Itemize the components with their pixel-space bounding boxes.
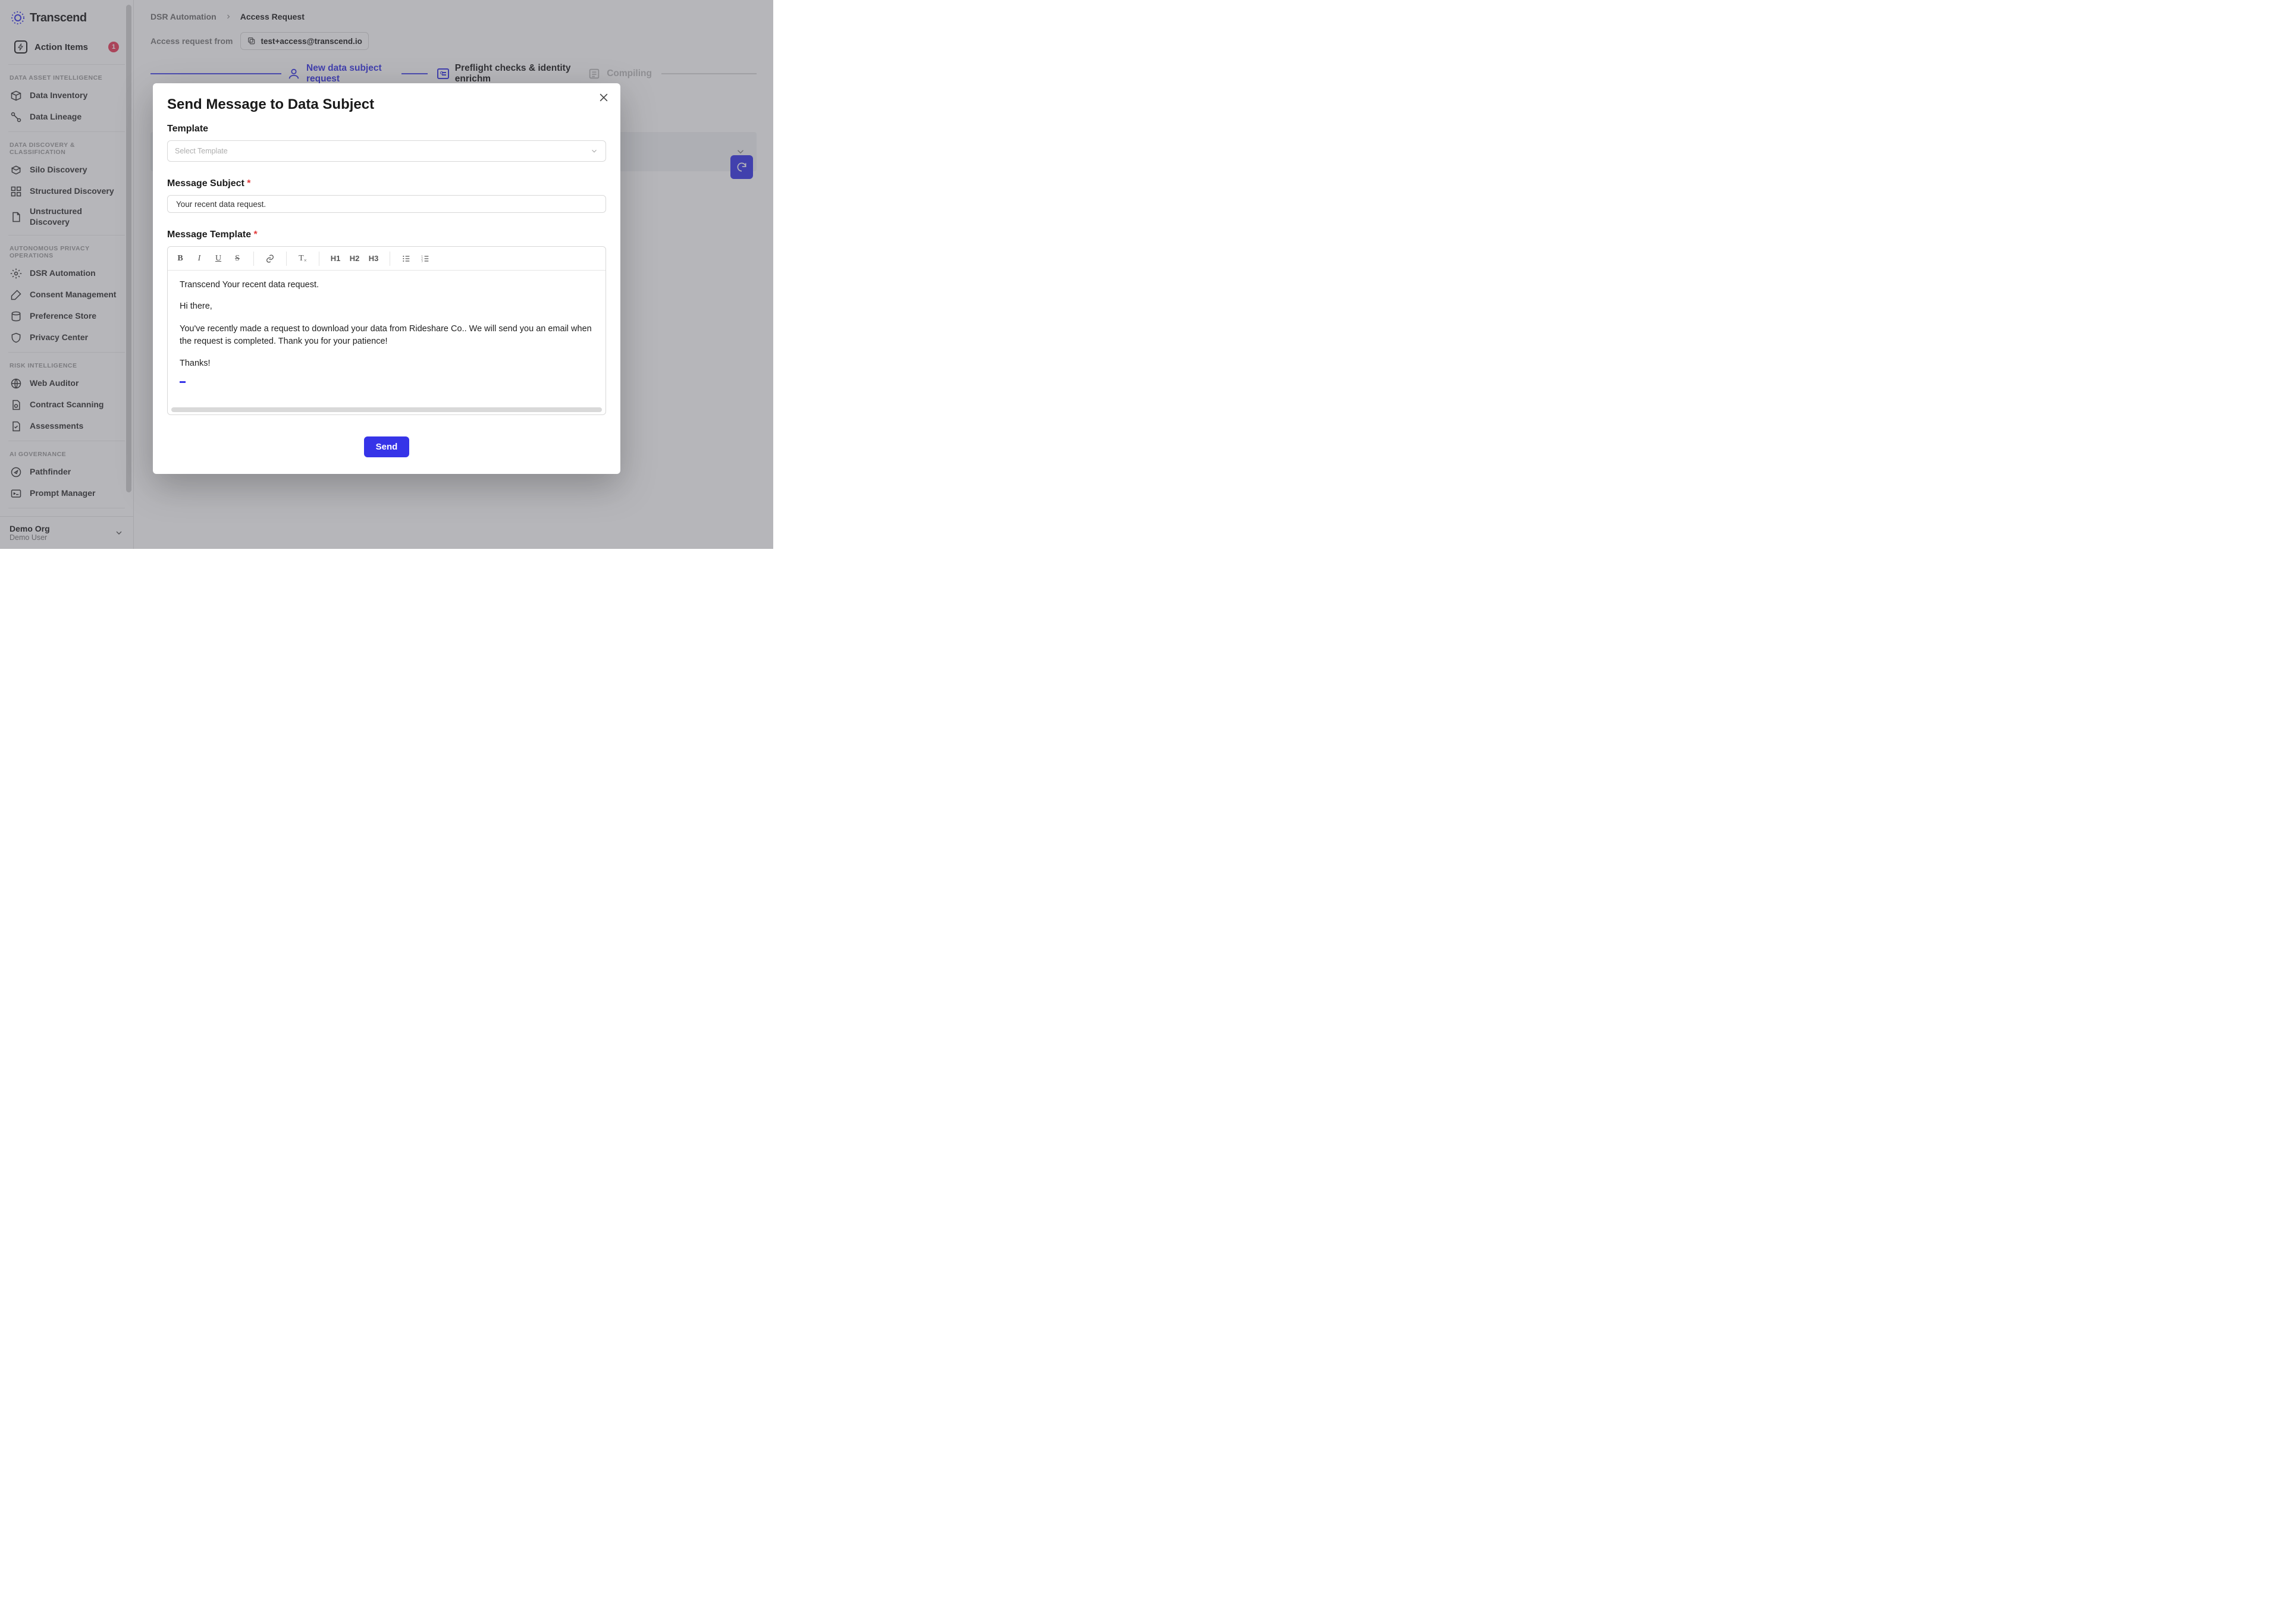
h3-button[interactable]: H3 xyxy=(365,250,382,268)
send-message-modal: Send Message to Data Subject Template Se… xyxy=(153,83,620,474)
editor-scrollbar[interactable] xyxy=(171,407,602,412)
modal-title: Send Message to Data Subject xyxy=(167,96,606,113)
h1-button[interactable]: H1 xyxy=(327,250,344,268)
underline-button[interactable]: U xyxy=(209,250,227,268)
template-select[interactable]: Select Template xyxy=(167,140,606,162)
editor-cursor xyxy=(180,381,186,383)
editor-body[interactable]: Transcend Your recent data request. Hi t… xyxy=(168,271,605,407)
strike-button[interactable]: S xyxy=(228,250,246,268)
bold-button[interactable]: B xyxy=(171,250,189,268)
chevron-down-icon xyxy=(590,147,598,155)
message-editor: B I U S T× H1 H2 H3 xyxy=(167,246,606,415)
h2-button[interactable]: H2 xyxy=(346,250,363,268)
link-button[interactable] xyxy=(261,250,279,268)
bullet-list-button[interactable] xyxy=(397,250,415,268)
ordered-list-button[interactable]: 123 xyxy=(416,250,434,268)
clear-format-button[interactable]: T× xyxy=(294,250,312,268)
italic-button[interactable]: I xyxy=(190,250,208,268)
template-placeholder: Select Template xyxy=(175,147,228,155)
close-button[interactable] xyxy=(598,92,612,106)
editor-line: Transcend Your recent data request. xyxy=(180,280,594,290)
modal-overlay[interactable]: Send Message to Data Subject Template Se… xyxy=(0,0,773,549)
editor-paragraph: You've recently made a request to downlo… xyxy=(180,323,594,348)
subject-input[interactable] xyxy=(167,195,606,213)
editor-line: Hi there, xyxy=(180,301,594,311)
template-label: Template xyxy=(167,124,606,134)
send-button[interactable]: Send xyxy=(364,436,410,457)
svg-text:3: 3 xyxy=(421,260,423,263)
subject-label: Message Subject xyxy=(167,178,606,189)
editor-line: Thanks! xyxy=(180,359,594,368)
editor-toolbar: B I U S T× H1 H2 H3 xyxy=(168,247,605,271)
body-label: Message Template xyxy=(167,230,606,240)
